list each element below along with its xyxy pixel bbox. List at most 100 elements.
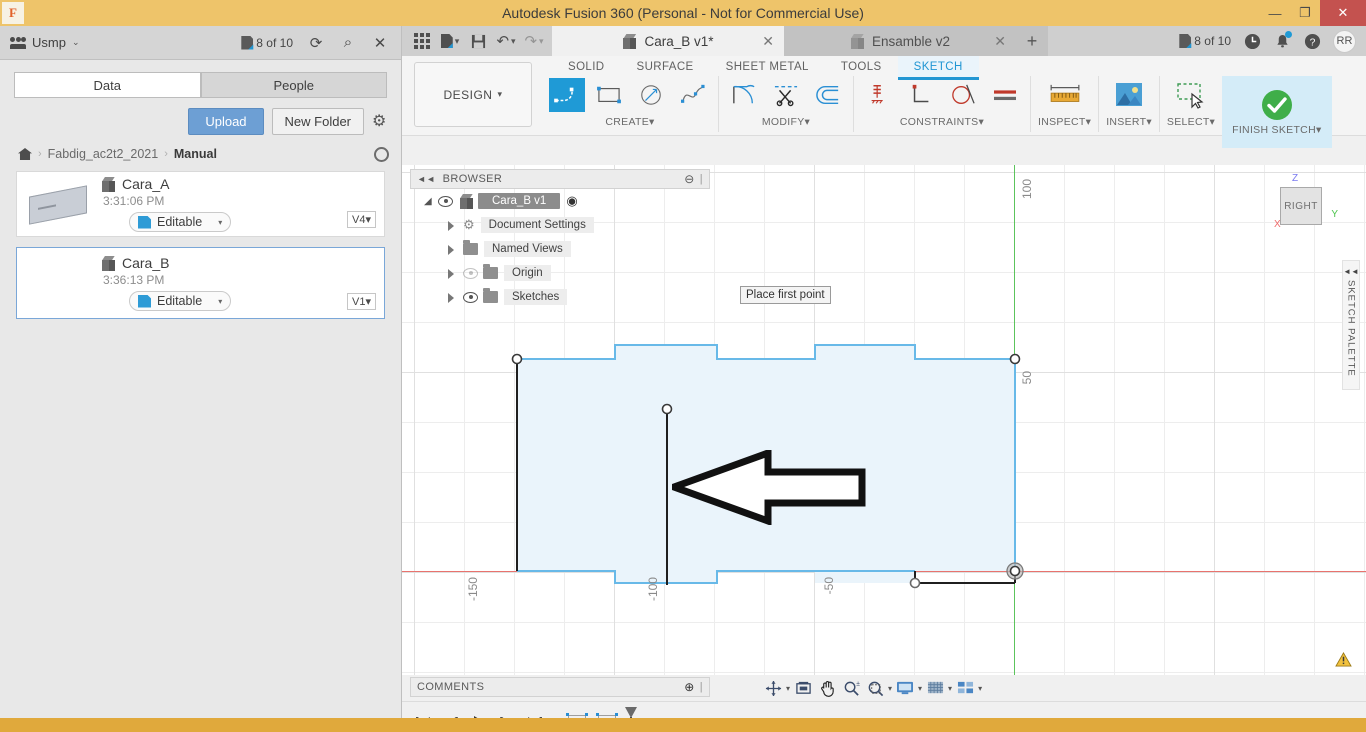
view-cube-face[interactable]: RIGHT xyxy=(1280,187,1322,225)
expand-triangle-icon[interactable] xyxy=(446,292,457,303)
add-comment-icon[interactable]: ⊕ xyxy=(684,680,694,694)
new-folder-button[interactable]: New Folder xyxy=(271,108,364,135)
expand-triangle-icon[interactable] xyxy=(446,268,457,279)
jobs-status[interactable]: 8 of 10 xyxy=(1179,34,1231,48)
avatar[interactable]: RR xyxy=(1333,29,1356,53)
collapse-icon[interactable]: ◄◄ xyxy=(417,174,436,184)
tab-surface[interactable]: SURFACE xyxy=(621,56,710,80)
zoom-icon[interactable]: ± xyxy=(840,677,862,699)
chevron-down-icon[interactable]: ▾ xyxy=(888,684,892,693)
panel-finish-sketch-label[interactable]: FINISH SKETCH▾ xyxy=(1232,124,1321,136)
rectangle-icon[interactable] xyxy=(591,78,627,112)
minimize-button[interactable]: — xyxy=(1260,0,1290,26)
panel-inspect-label[interactable]: INSPECT▾ xyxy=(1038,116,1091,128)
insert-image-icon[interactable] xyxy=(1107,78,1151,112)
grid-snaps-icon[interactable] xyxy=(924,677,946,699)
fix-constraint-icon[interactable] xyxy=(861,78,897,112)
new-document-icon[interactable]: ▾ xyxy=(438,29,462,53)
trim-scissors-icon[interactable] xyxy=(768,78,804,112)
panel-constraints-label[interactable]: CONSTRAINTS▾ xyxy=(900,116,984,128)
hub-selector[interactable]: Usmp ⌄ xyxy=(10,35,80,50)
visibility-eye-icon[interactable] xyxy=(463,291,478,303)
browser-node-document-settings[interactable]: ⚙ Document Settings xyxy=(410,213,710,237)
expand-triangle-icon[interactable] xyxy=(446,220,457,231)
document-tab[interactable]: Ensamble v2 ✕ xyxy=(784,26,1016,56)
browser-root-label[interactable]: Cara_B v1 xyxy=(478,193,561,209)
panel-finish-sketch[interactable]: FINISH SKETCH▾ xyxy=(1222,76,1332,148)
panel-create-label[interactable]: CREATE▾ xyxy=(605,116,654,128)
editable-state-dropdown[interactable]: Editable ▾ xyxy=(129,291,232,311)
refresh-icon[interactable]: ⟳ xyxy=(307,34,325,52)
tab-data[interactable]: Data xyxy=(14,72,201,98)
add-tab-button[interactable]: + xyxy=(1016,26,1048,56)
editable-state-dropdown[interactable]: Editable ▾ xyxy=(129,212,232,232)
tab-people[interactable]: People xyxy=(200,72,387,98)
browser-root-node[interactable]: ◢ Cara_B v1 ◉ xyxy=(410,189,710,213)
globe-icon[interactable] xyxy=(374,146,389,162)
close-panel-icon[interactable]: ✕ xyxy=(371,34,389,52)
recent-icon[interactable] xyxy=(1243,32,1261,50)
tab-tools[interactable]: TOOLS xyxy=(825,56,898,80)
panel-insert-label[interactable]: INSERT▾ xyxy=(1106,116,1152,128)
finish-sketch-check-icon[interactable] xyxy=(1255,88,1299,122)
help-icon[interactable]: ? xyxy=(1303,32,1321,50)
breadcrumb-folder[interactable]: Manual xyxy=(174,147,217,161)
warning-icon[interactable] xyxy=(1335,652,1352,667)
orbit-icon[interactable] xyxy=(762,677,784,699)
breadcrumb-project[interactable]: Fabdig_ac2t2_2021 xyxy=(48,147,159,161)
look-at-icon[interactable] xyxy=(792,677,814,699)
activate-component-icon[interactable]: ◉ xyxy=(566,193,577,209)
browser-node-origin[interactable]: Origin xyxy=(410,261,710,285)
fillet-icon[interactable] xyxy=(726,78,762,112)
tangent-icon[interactable] xyxy=(945,78,981,112)
version-badge[interactable]: V4▾ xyxy=(347,211,376,228)
equal-icon[interactable] xyxy=(987,78,1023,112)
select-window-icon[interactable] xyxy=(1169,78,1213,112)
minimize-icon[interactable]: ⊖ xyxy=(684,172,694,186)
expand-triangle-icon[interactable] xyxy=(446,244,457,255)
panel-select-label[interactable]: SELECT▾ xyxy=(1167,116,1215,128)
expand-triangle-icon[interactable]: ◢ xyxy=(424,196,438,207)
upload-button[interactable]: Upload xyxy=(188,108,264,135)
sketch-palette-collapsed[interactable]: ◄◄ SKETCH PALETTE xyxy=(1342,260,1360,390)
tab-sketch[interactable]: SKETCH xyxy=(897,56,979,80)
perpendicular-icon[interactable] xyxy=(903,78,939,112)
comments-panel[interactable]: COMMENTS ⊕ | xyxy=(410,677,710,697)
restore-button[interactable]: ❐ xyxy=(1290,0,1320,26)
gear-icon[interactable]: ⚙ xyxy=(372,113,389,130)
app-grid-icon[interactable] xyxy=(410,29,434,53)
collapse-icon[interactable]: ◄◄ xyxy=(1343,267,1359,276)
home-icon[interactable] xyxy=(18,148,32,160)
visibility-eye-icon[interactable] xyxy=(438,195,453,207)
tab-sheet-metal[interactable]: SHEET METAL xyxy=(710,56,825,80)
browser-node-named-views[interactable]: Named Views xyxy=(410,237,710,261)
measure-ruler-icon[interactable] xyxy=(1043,78,1087,112)
jobs-status[interactable]: 8 of 10 xyxy=(241,35,293,50)
view-cube[interactable]: RIGHT Z X Y xyxy=(1274,173,1338,231)
undo-icon[interactable]: ↶ ▾ xyxy=(494,29,518,53)
resize-handle[interactable]: | xyxy=(700,173,703,185)
circle-icon[interactable] xyxy=(633,78,669,112)
panel-modify-label[interactable]: MODIFY▾ xyxy=(762,116,810,128)
display-settings-icon[interactable] xyxy=(894,677,916,699)
list-item[interactable]: Cara_A 3:31:06 PM Editable ▾ V4▾ xyxy=(16,171,385,237)
close-tab-icon[interactable]: ✕ xyxy=(994,33,1006,50)
chevron-down-icon[interactable]: ▾ xyxy=(948,684,952,693)
workspace-selector[interactable]: DESIGN ▾ xyxy=(414,62,532,127)
resize-handle[interactable]: | xyxy=(700,681,703,693)
tab-solid[interactable]: SOLID xyxy=(552,56,621,80)
close-tab-icon[interactable]: ✕ xyxy=(762,33,774,50)
redo-icon[interactable]: ↷ ▾ xyxy=(522,29,546,53)
close-button[interactable]: ✕ xyxy=(1320,0,1366,26)
bell-icon[interactable] xyxy=(1273,31,1292,50)
visibility-eye-icon[interactable] xyxy=(463,267,478,279)
document-tab-active[interactable]: Cara_B v1* ✕ xyxy=(552,26,784,56)
save-icon[interactable] xyxy=(466,29,490,53)
pan-hand-icon[interactable] xyxy=(816,677,838,699)
viewports-icon[interactable] xyxy=(954,677,976,699)
zoom-window-icon[interactable] xyxy=(864,677,886,699)
chevron-down-icon[interactable]: ▾ xyxy=(978,684,982,693)
chevron-down-icon[interactable]: ▾ xyxy=(918,684,922,693)
browser-node-sketches[interactable]: Sketches xyxy=(410,285,710,309)
list-item-selected[interactable]: Cara_B 3:36:13 PM Editable ▾ V1▾ xyxy=(16,247,385,319)
